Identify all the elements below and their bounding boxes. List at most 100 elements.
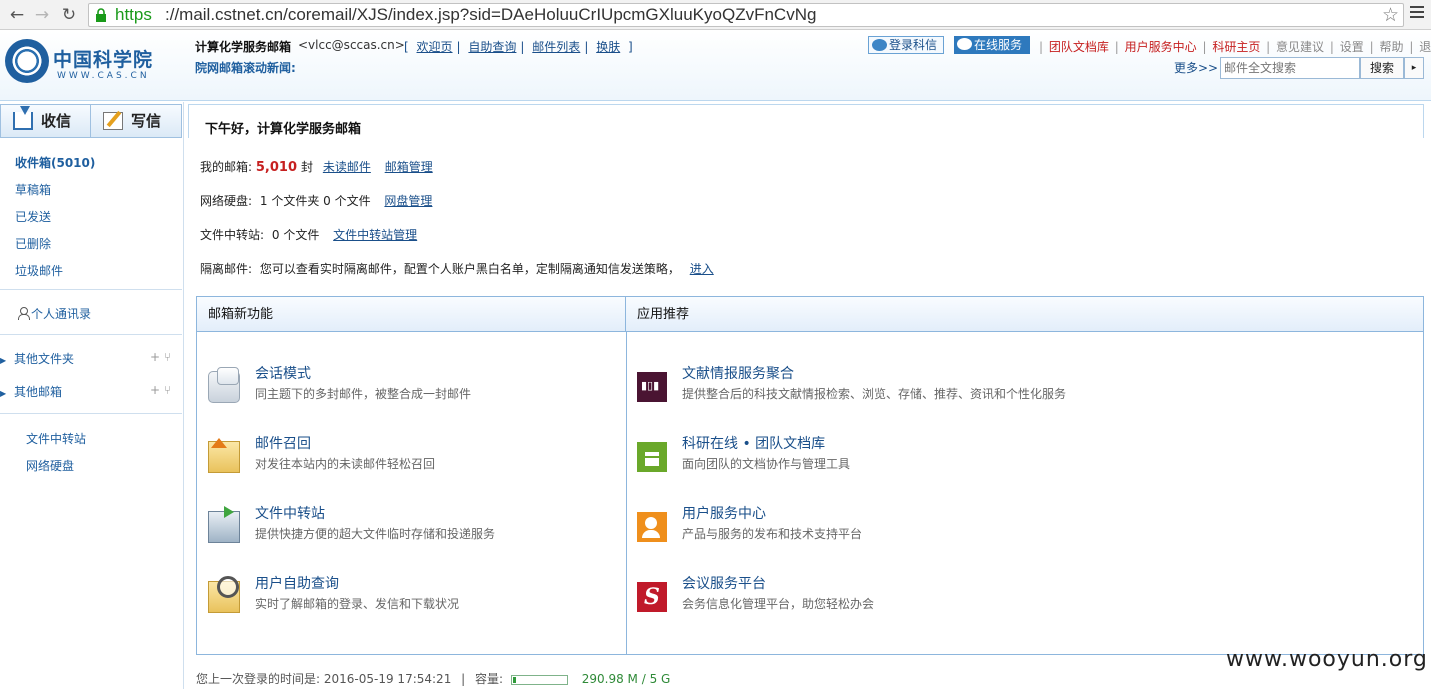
research-home-link[interactable]: 科研主页 — [1212, 40, 1260, 54]
mailbox-label: 我的邮箱: — [200, 160, 253, 174]
app-desc: 会务信息化管理平台，助您轻松办会 — [682, 597, 875, 611]
magnifier-icon — [208, 576, 240, 613]
transfer-info-row: 文件中转站: 0 个文件 文件中转站管理 — [200, 226, 417, 243]
sidebar-item-inbox[interactable]: 收件箱(5010) — [15, 154, 95, 171]
unread-mail-link[interactable]: 未读邮件 — [323, 160, 371, 174]
netdisk-text: 1 个文件夹 0 个文件 — [259, 194, 371, 208]
separator: | — [1369, 40, 1374, 54]
feature-desc: 同主题下的多封邮件，被整合成一封邮件 — [255, 387, 472, 401]
sidebar-item-sent[interactable]: 已发送 — [15, 208, 51, 225]
mailbox-tools-icon[interactable]: + ⑂ — [150, 383, 171, 397]
feature-self-query[interactable]: 用户自助查询 实时了解邮箱的登录、发信和下载状况 — [208, 573, 608, 621]
app-user-service-center[interactable]: 用户服务中心 产品与服务的发布和技术支持平台 — [637, 503, 1397, 551]
feature-mail-recall[interactable]: 邮件召回 对发往本站内的未读邮件轻松召回 — [208, 433, 608, 481]
person-icon — [18, 307, 30, 320]
other-mailboxes-label: 其他邮箱 — [14, 385, 63, 399]
mailbox-manage-link[interactable]: 邮箱管理 — [385, 160, 433, 174]
app-title[interactable]: 文献情报服务聚合 — [682, 363, 794, 383]
netdisk-manage-link[interactable]: 网盘管理 — [384, 194, 432, 208]
last-login-time: 2016-05-19 17:54:21 — [323, 672, 452, 686]
settings-link[interactable]: 设置 — [1340, 40, 1364, 54]
browser-menu-icon[interactable] — [1410, 6, 1424, 21]
netdisk-info-row: 网络硬盘: 1 个文件夹 0 个文件 网盘管理 — [200, 192, 432, 209]
bracket-close: ] — [628, 40, 633, 54]
separator: | — [1266, 40, 1271, 54]
feature-conversation-mode[interactable]: 会话模式 同主题下的多封邮件，被整合成一封邮件 — [208, 363, 608, 411]
capacity-value: 290.98 M / 5 G — [581, 672, 671, 686]
forward-arrow-icon[interactable]: → — [31, 4, 53, 26]
fulltext-search-input[interactable] — [1220, 57, 1360, 79]
news-ticker-label: 院网邮箱滚动新闻: — [195, 61, 296, 75]
back-arrow-icon[interactable]: ← — [6, 4, 28, 26]
sidebar-item-deleted[interactable]: 已删除 — [15, 235, 51, 252]
quarantine-enter-link[interactable]: 进入 — [690, 262, 714, 276]
sidebar: 收信 写信 收件箱(5010) 草稿箱 已发送 已删除 垃圾邮件 个人通讯录 ▶… — [0, 102, 184, 689]
feature-title[interactable]: 会话模式 — [255, 363, 311, 383]
separator: | — [461, 672, 466, 686]
welcome-link[interactable]: 欢迎页 — [417, 40, 453, 54]
separator: | — [1202, 40, 1207, 54]
account-name: 计算化学服务邮箱 — [195, 40, 292, 54]
login-kexin-button[interactable]: 登录科信 — [868, 36, 944, 54]
mailbox-info-row: 我的邮箱: 5,010 封 未读邮件 邮箱管理 — [200, 158, 433, 175]
user-service-icon — [637, 512, 667, 542]
logout-link[interactable]: 退出 — [1419, 40, 1431, 54]
login-kexin-label: 登录科信 — [889, 38, 938, 52]
app-desc: 面向团队的文档协作与管理工具 — [682, 457, 851, 471]
app-literature-service[interactable]: 文献情报服务聚合 提供整合后的科技文献情报检索、浏览、存储、推荐、资讯和个性化服… — [637, 363, 1397, 411]
bookmark-star-icon[interactable]: ☆ — [1382, 4, 1399, 26]
team-docs-link[interactable]: 团队文档库 — [1049, 40, 1109, 54]
write-button[interactable]: 写信 — [91, 105, 181, 137]
feedback-link[interactable]: 意见建议 — [1276, 40, 1324, 54]
app-title[interactable]: 会议服务平台 — [682, 573, 766, 593]
compose-pencil-icon — [103, 112, 123, 130]
file-transfer-icon — [208, 506, 240, 543]
folder-tools-icon[interactable]: + ⑂ — [150, 350, 171, 364]
feature-desc: 对发往本站内的未读邮件轻松召回 — [255, 457, 436, 471]
help-link[interactable]: 帮助 — [1379, 40, 1403, 54]
sidebar-item-other-mailboxes[interactable]: ▶ 其他邮箱 — [0, 383, 62, 400]
unit-label: 封 — [301, 160, 314, 174]
feature-title[interactable]: 用户自助查询 — [255, 573, 339, 593]
watermark: www.wooyun.org — [1226, 647, 1428, 672]
address-bar[interactable]: https ://mail.cstnet.cn/coremail/XJS/ind… — [88, 3, 1404, 27]
sidebar-item-spam[interactable]: 垃圾邮件 — [15, 262, 63, 279]
sidebar-item-other-folders[interactable]: ▶ 其他文件夹 — [0, 350, 74, 367]
search-dropdown-arrow-icon[interactable]: ▸ — [1404, 57, 1424, 79]
divider — [0, 413, 182, 414]
cas-logo[interactable]: 中国科学院 WWW.CAS.CN — [5, 39, 155, 87]
sidebar-item-drafts[interactable]: 草稿箱 — [15, 181, 51, 198]
search-button[interactable]: 搜索 — [1360, 57, 1404, 79]
app-team-docs[interactable]: 科研在线 • 团队文档库 面向团队的文档协作与管理工具 — [637, 433, 1397, 481]
mail-list-link[interactable]: 邮件列表 — [532, 40, 580, 54]
mail-recall-icon — [208, 438, 240, 473]
app-meeting-platform[interactable]: 会议服务平台 会务信息化管理平台，助您轻松办会 — [637, 573, 1397, 621]
lock-icon — [96, 8, 106, 22]
receive-label: 收信 — [41, 112, 72, 130]
online-service-button[interactable]: 在线服务 — [954, 36, 1030, 54]
top-links: | 团队文档库 | 用户服务中心 | 科研主页 | 意见建议 | 设置 | 帮助… — [1037, 38, 1431, 55]
self-query-link[interactable]: 自助查询 — [468, 40, 516, 54]
chat-bubble-icon — [872, 39, 887, 51]
compose-bar: 收信 写信 — [0, 104, 182, 138]
user-service-center-link[interactable]: 用户服务中心 — [1125, 40, 1197, 54]
feature-title[interactable]: 文件中转站 — [255, 503, 325, 523]
more-link[interactable]: 更多>> — [1174, 59, 1218, 76]
feature-file-transfer[interactable]: 文件中转站 提供快捷方便的超大文件临时存储和投递服务 — [208, 503, 608, 551]
sidebar-item-contacts[interactable]: 个人通讯录 — [18, 305, 91, 322]
account-links: [ 欢迎页 | 自助查询 | 邮件列表 | 换肤 ] — [404, 38, 633, 55]
change-skin-link[interactable]: 换肤 — [596, 40, 620, 54]
feature-title[interactable]: 邮件召回 — [255, 433, 311, 453]
sidebar-item-file-transfer[interactable]: 文件中转站 — [26, 430, 86, 447]
transfer-manage-link[interactable]: 文件中转站管理 — [333, 228, 417, 242]
page-title: 下午好，计算化学服务邮箱 — [205, 122, 362, 137]
receive-button[interactable]: 收信 — [1, 105, 91, 137]
reload-icon[interactable]: ↻ — [58, 4, 80, 26]
sidebar-item-netdisk[interactable]: 网络硬盘 — [26, 457, 74, 474]
browser-toolbar: ← → ↻ https ://mail.cstnet.cn/coremail/X… — [0, 0, 1431, 30]
app-title[interactable]: 用户服务中心 — [682, 503, 766, 523]
app-title[interactable]: 科研在线 • 团队文档库 — [682, 433, 825, 453]
expand-arrow-icon: ▶ — [0, 356, 7, 365]
separator: | — [1329, 40, 1334, 54]
separator: | — [1409, 40, 1414, 54]
